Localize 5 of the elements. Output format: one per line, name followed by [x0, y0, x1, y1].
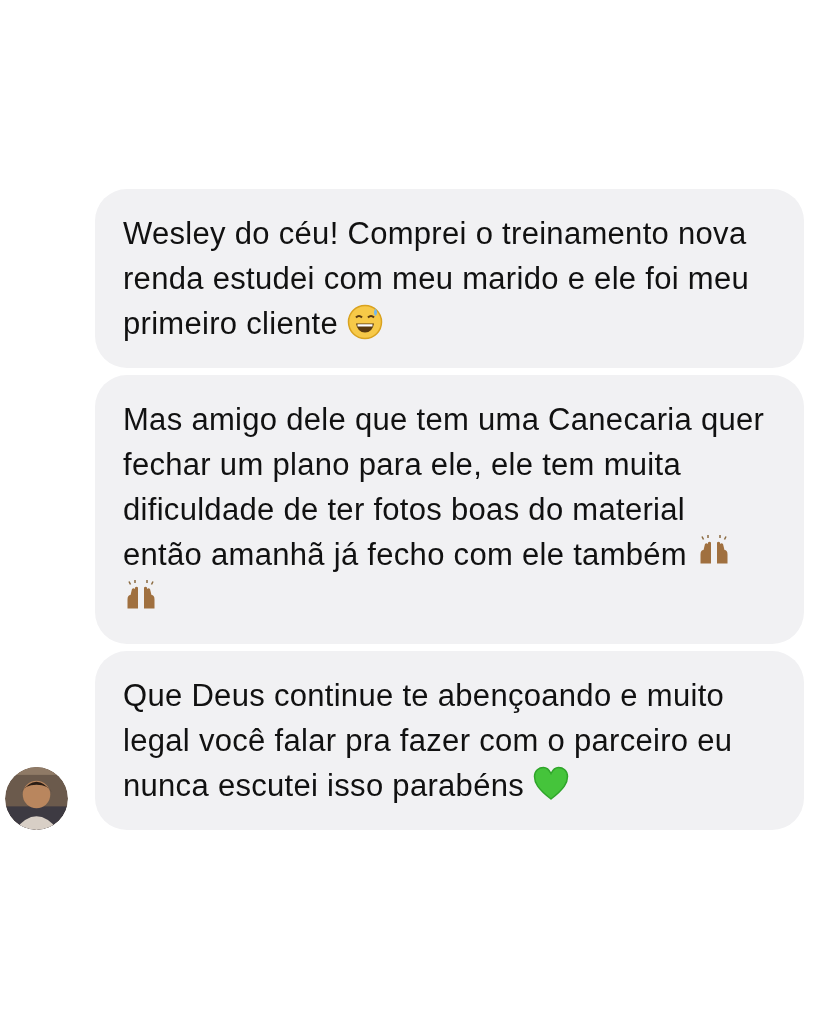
message-text: Mas amigo dele que tem uma Canecaria quer fechar um plano para ele, ele tem muita dificuldade de ter fotos boas do material então amanhã já fecho com ele também [123, 397, 768, 622]
message-text: Wesley do céu! Comprei o treinamento nova renda estudei com meu marido e ele foi meu primeiro cliente [123, 215, 751, 343]
message-text: Que Deus continue te abençoando e muito legal você falar pra fazer com o parceiro eu nunca escutei isso parabéns [123, 677, 734, 805]
heart-icon [532, 766, 569, 802]
smiling-face-icon [346, 304, 383, 340]
